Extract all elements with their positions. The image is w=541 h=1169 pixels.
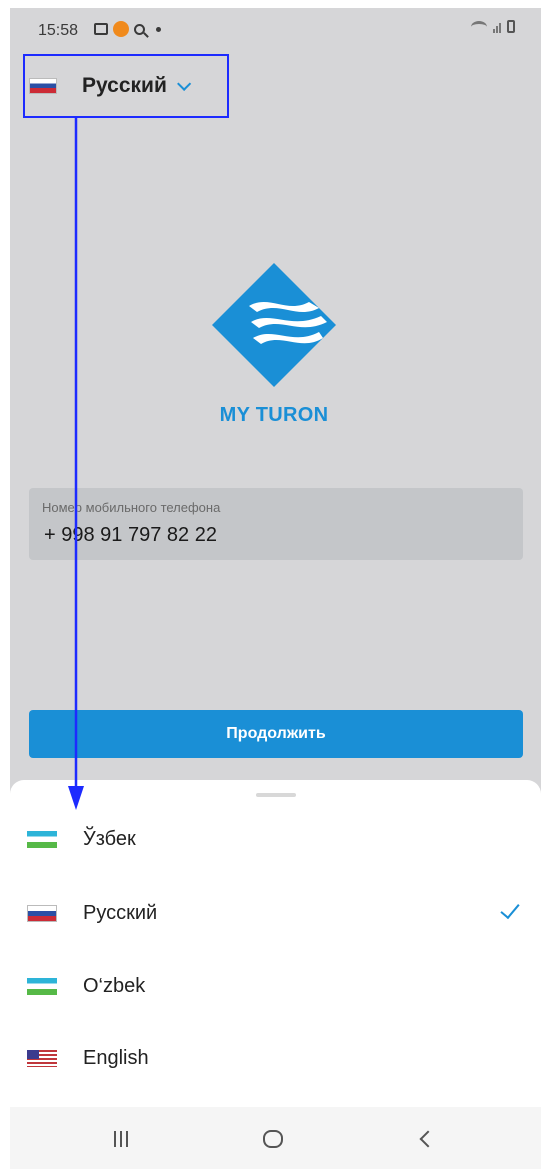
language-option-uzbek-latin[interactable]: O‘zbek: [10, 956, 541, 1016]
back-icon[interactable]: [419, 1130, 437, 1148]
turon-logo-icon: [212, 263, 336, 387]
wifi-icon: [471, 21, 487, 33]
checkmark-icon: [500, 898, 520, 920]
language-selector-label: Русский: [82, 74, 167, 97]
status-right-icons: [471, 20, 515, 33]
russia-flag-icon: [29, 78, 57, 94]
uzbekistan-flag-icon: [27, 830, 57, 848]
language-option-english[interactable]: English: [10, 1028, 541, 1088]
language-option-label: English: [83, 1046, 149, 1069]
phone-field-label: Номер мобильного телефона: [42, 500, 221, 515]
usa-flag-icon: [27, 1049, 57, 1067]
status-time: 15:58: [38, 22, 79, 39]
dot-icon: [156, 26, 161, 32]
chevron-down-icon: [176, 76, 192, 91]
signal-icon: [493, 21, 501, 33]
app-screen: 15:58 Русский MY TURON Номер мобильного …: [10, 8, 541, 1169]
sheet-drag-handle[interactable]: [256, 793, 296, 797]
language-option-label: Русский: [83, 901, 158, 924]
language-option-uzbek-cyrillic[interactable]: Ўзбек: [10, 809, 541, 869]
status-bar: 15:58: [10, 8, 541, 52]
language-option-label: O‘zbek: [83, 974, 146, 997]
logo-text: MY TURON: [219, 404, 329, 426]
russia-flag-icon: [27, 904, 57, 922]
continue-button[interactable]: Продолжить: [29, 710, 523, 758]
status-icons: [94, 21, 161, 37]
language-option-russian[interactable]: Русский: [10, 883, 541, 943]
language-selector[interactable]: Русский: [23, 54, 229, 118]
search-icon: [134, 23, 145, 35]
app-notification-icon: [113, 21, 129, 37]
phone-field-value[interactable]: + 998 91 797 82 22: [44, 524, 217, 547]
recent-apps-icon[interactable]: [114, 1131, 128, 1147]
language-option-label: Ўзбек: [83, 827, 136, 850]
navigation-bar: [10, 1107, 541, 1169]
language-bottom-sheet: Ўзбек Русский O‘zbek English: [10, 780, 541, 1107]
home-icon[interactable]: [263, 1130, 283, 1148]
uzbekistan-flag-icon: [27, 977, 57, 995]
battery-icon: [507, 20, 515, 33]
phone-field[interactable]: Номер мобильного телефона + 998 91 797 8…: [29, 488, 523, 560]
gallery-icon: [94, 23, 108, 35]
app-logo: MY TURON: [209, 258, 339, 438]
